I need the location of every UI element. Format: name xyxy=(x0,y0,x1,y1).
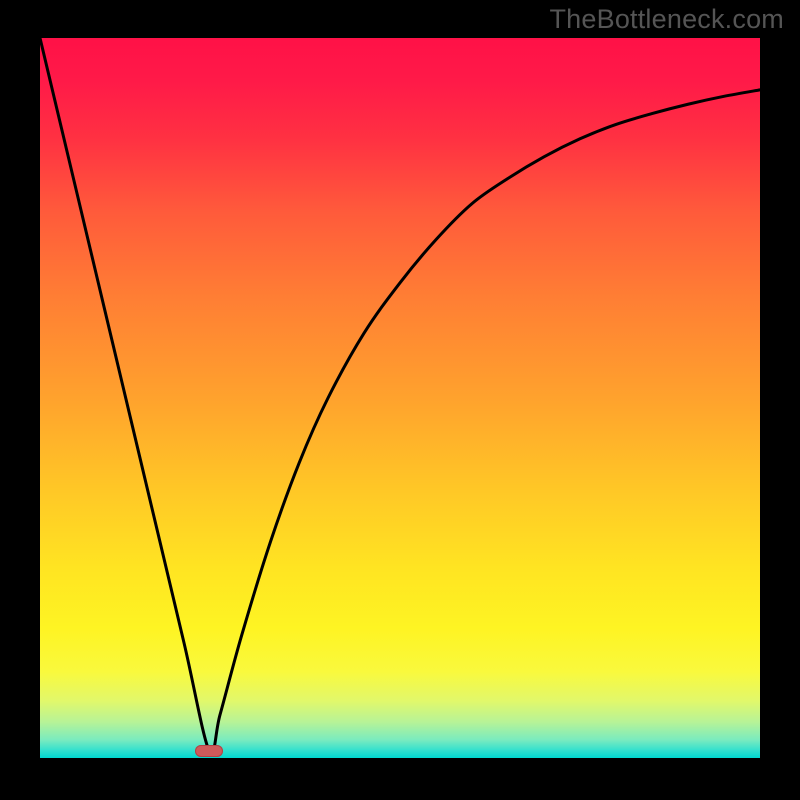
optimum-marker xyxy=(195,745,223,757)
curve-path xyxy=(40,38,760,754)
curve-svg xyxy=(40,38,760,758)
plot-area xyxy=(40,38,760,758)
chart-frame: TheBottleneck.com xyxy=(0,0,800,800)
attribution-label: TheBottleneck.com xyxy=(549,4,784,35)
